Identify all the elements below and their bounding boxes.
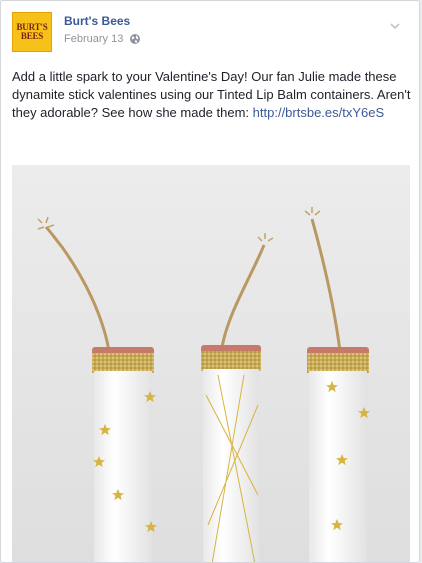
logo-text-line2: BEES [20, 31, 44, 41]
post-meta: February 13 [64, 33, 141, 45]
page-avatar[interactable]: BURT'S BEES [12, 12, 52, 52]
post-link[interactable]: http://brtsbe.es/txY6eS [253, 105, 385, 120]
chevron-down-icon[interactable] [389, 20, 401, 32]
post-photo[interactable] [12, 165, 410, 563]
author-name[interactable]: Burt's Bees [64, 14, 130, 28]
globe-icon[interactable] [129, 33, 141, 45]
post-header: BURT'S BEES Burt's Bees February 13 [12, 12, 409, 56]
post-text: Add a little spark to your Valentine's D… [12, 68, 412, 122]
post-date[interactable]: February 13 [64, 33, 123, 45]
post-card: BURT'S BEES Burt's Bees February 13 Add … [0, 0, 420, 563]
